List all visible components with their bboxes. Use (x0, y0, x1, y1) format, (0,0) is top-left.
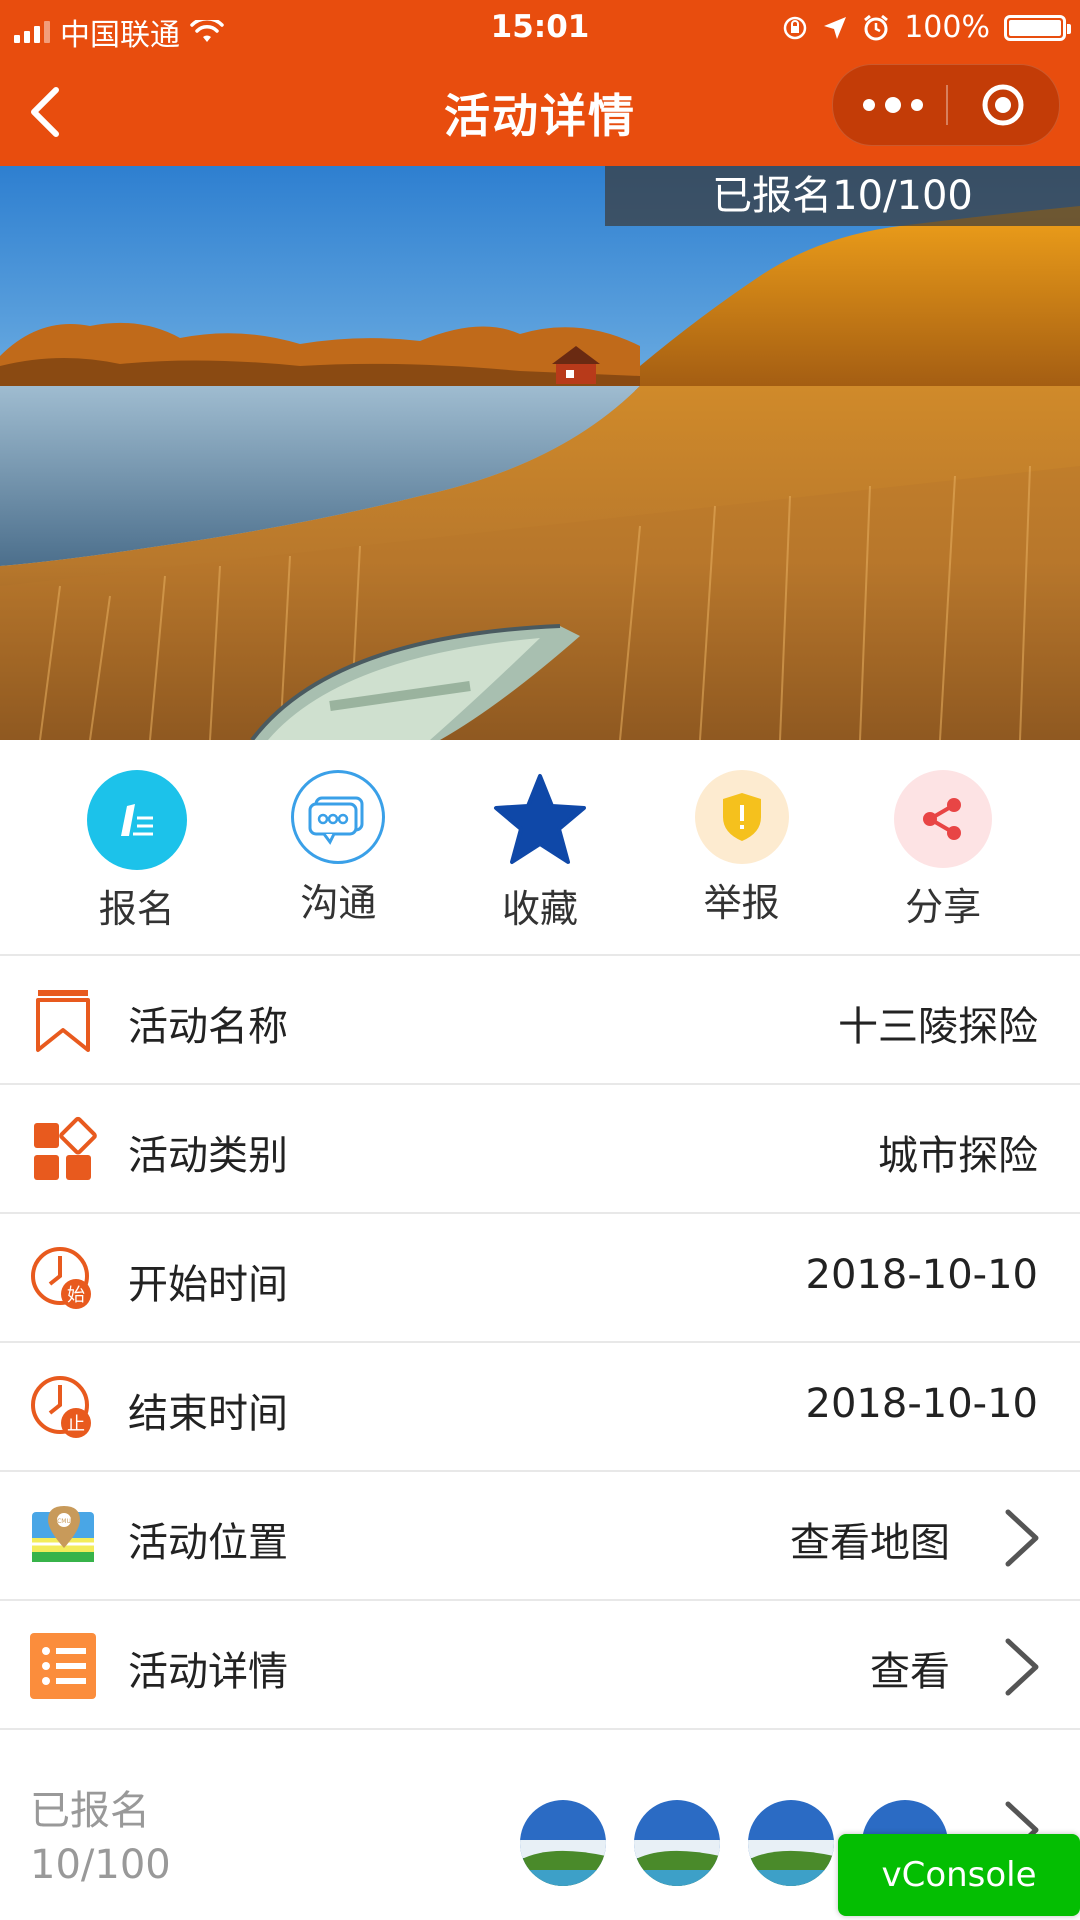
svg-text:CMU: CMU (57, 1518, 71, 1525)
vconsole-button[interactable]: vConsole (838, 1834, 1080, 1916)
action-share[interactable]: 分享 (868, 740, 1018, 954)
clock-end-icon: 止 (31, 1376, 91, 1438)
nav-bar: 活动详情 (0, 56, 1080, 166)
row-value: 2018-10-10 (805, 1252, 1038, 1298)
chevron-right-icon[interactable] (1000, 1635, 1044, 1699)
activity-banner: 已报名10/100 (0, 166, 1080, 740)
battery-icon (1004, 14, 1071, 41)
signup-count: 10/100 (30, 1842, 171, 1888)
close-target-icon[interactable] (981, 83, 1025, 127)
action-signup[interactable]: 报名 (62, 740, 212, 954)
bookmark-icon (36, 990, 90, 1052)
action-label: 报名 (98, 887, 175, 931)
action-favorite[interactable]: 收藏 (465, 740, 615, 954)
battery-percent: 100% (904, 10, 990, 45)
map-icon: CMU (32, 1506, 94, 1562)
pen-icon (86, 770, 187, 870)
registered-count-badge: 已报名10/100 (605, 166, 1080, 226)
row-label: 结束时间 (128, 1391, 288, 1437)
capsule-divider (946, 85, 948, 125)
list-icon (30, 1633, 96, 1699)
row-label: 活动详情 (128, 1649, 288, 1695)
row-location[interactable]: CMU 活动位置 查看地图 (0, 1470, 1080, 1599)
alarm-icon (864, 14, 889, 40)
chat-icon (291, 770, 386, 864)
avatar (748, 1800, 834, 1886)
action-label: 沟通 (300, 881, 377, 925)
row-label: 活动类别 (128, 1133, 288, 1179)
top-bar: 中国联通 15:01 100% 活动详情 (0, 0, 1080, 166)
chevron-right-icon[interactable] (1000, 1506, 1044, 1570)
mini-program-capsule (832, 64, 1060, 146)
row-activity-category: 活动类别 城市探险 (0, 1083, 1080, 1212)
action-label: 举报 (703, 881, 780, 925)
row-label: 活动名称 (128, 1004, 288, 1050)
row-label: 开始时间 (128, 1262, 288, 1308)
location-icon (824, 16, 847, 39)
signup-label: 已报名 (30, 1788, 150, 1834)
status-bar: 中国联通 15:01 100% (0, 0, 1080, 56)
row-activity-name: 活动名称 十三陵探险 (0, 954, 1080, 1083)
detail-list: 活动名称 十三陵探险 活动类别 城市探险 始 开始时间 2018-10-10 止… (0, 954, 1080, 1728)
shield-icon (694, 770, 789, 864)
banner-image (0, 166, 1080, 740)
share-icon (894, 770, 993, 868)
row-label: 活动位置 (128, 1520, 288, 1566)
row-activity-detail[interactable]: 活动详情 查看 (0, 1599, 1080, 1728)
avatar (520, 1800, 606, 1886)
clock-start-icon: 始 (31, 1247, 91, 1309)
row-end-time: 止 结束时间 2018-10-10 (0, 1341, 1080, 1470)
avatar (634, 1800, 720, 1886)
view-detail-link[interactable]: 查看 (870, 1639, 950, 1697)
action-report[interactable]: 举报 (667, 740, 817, 954)
row-value: 城市探险 (878, 1133, 1038, 1179)
more-icon[interactable] (863, 93, 923, 117)
svg-text:止: 止 (67, 1414, 85, 1435)
view-map-link[interactable]: 查看地图 (790, 1510, 950, 1568)
star-icon (490, 770, 590, 870)
rotation-lock-icon (783, 16, 807, 39)
svg-text:始: 始 (67, 1285, 85, 1306)
action-row: 报名 沟通 收藏 举报 分享 (0, 740, 1080, 954)
status-right: 100% (782, 10, 1071, 45)
action-chat[interactable]: 沟通 (263, 740, 413, 954)
action-label: 收藏 (501, 887, 578, 931)
row-start-time: 始 开始时间 2018-10-10 (0, 1212, 1080, 1341)
row-value: 十三陵探险 (838, 1004, 1038, 1050)
action-label: 分享 (905, 885, 982, 929)
category-icon (34, 1116, 97, 1180)
row-value: 2018-10-10 (805, 1381, 1038, 1427)
